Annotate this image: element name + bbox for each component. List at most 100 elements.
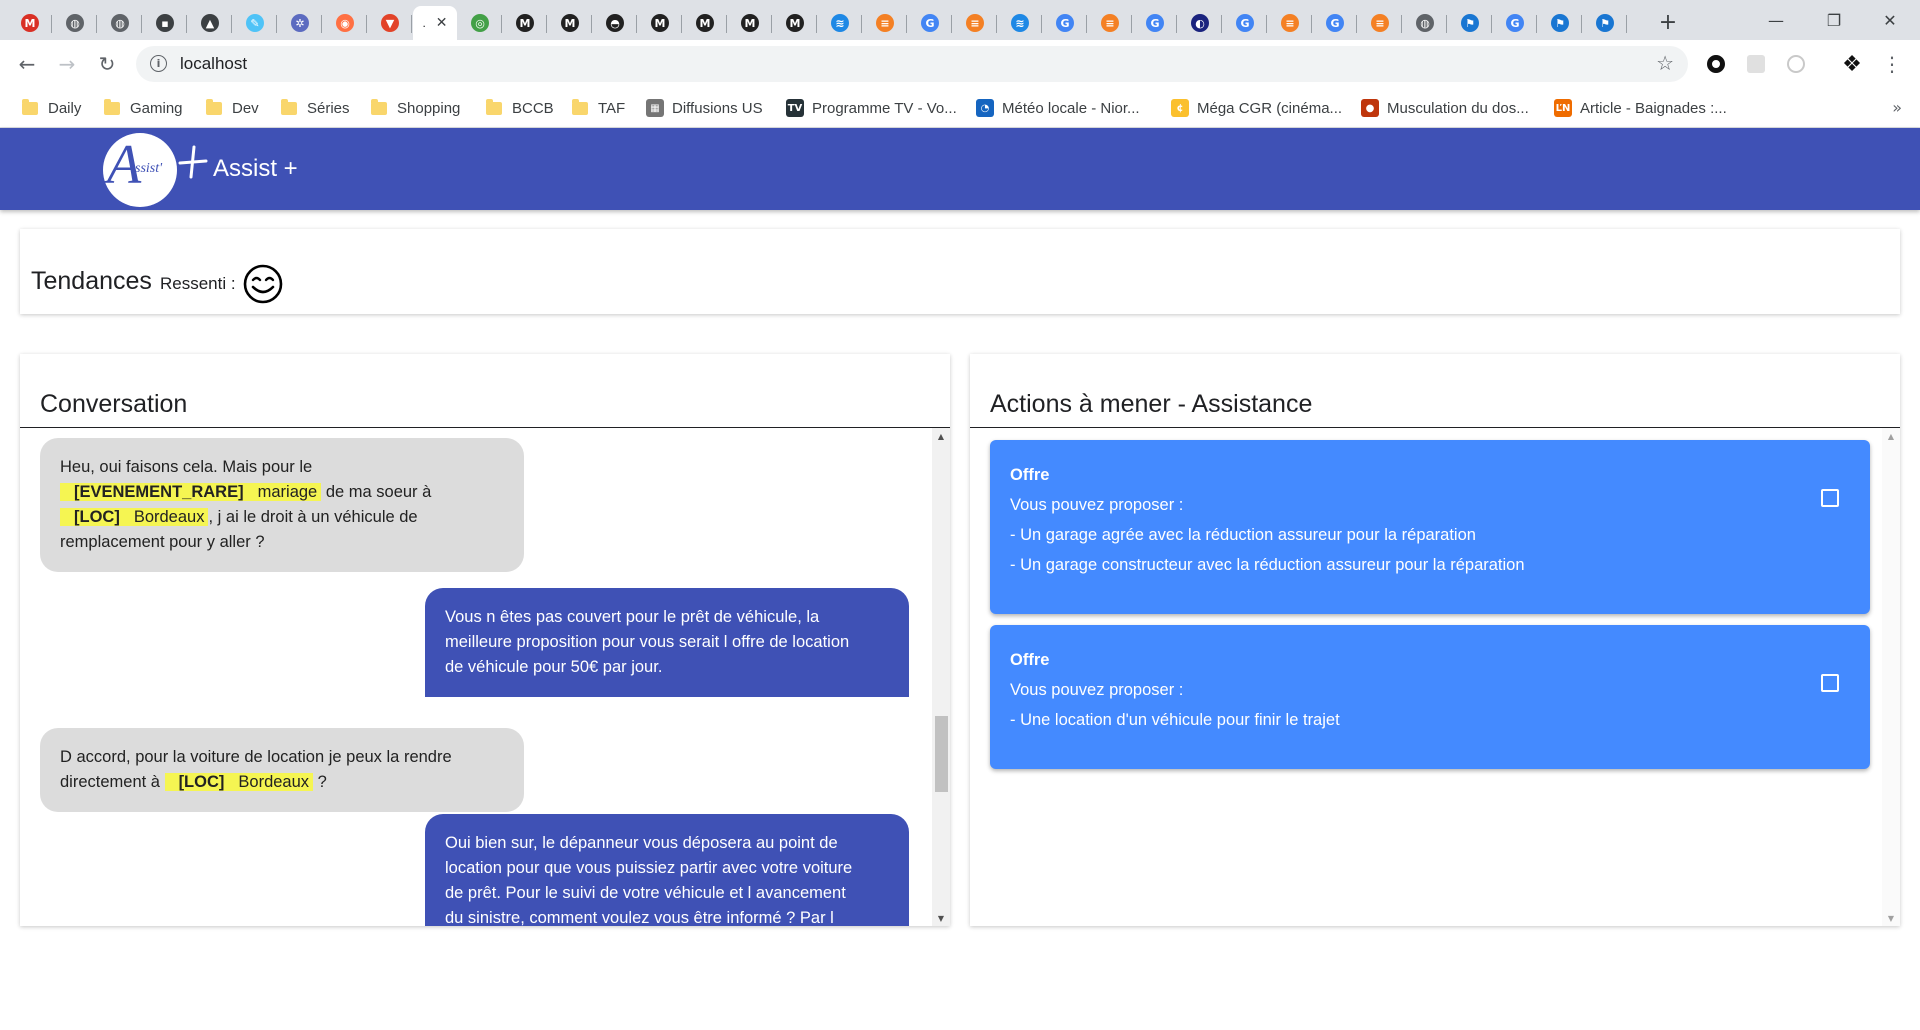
- browser-tab[interactable]: ≡: [953, 6, 997, 40]
- browser-tab[interactable]: ◉: [323, 6, 367, 40]
- extension-circle-icon[interactable]: [1704, 52, 1728, 76]
- browser-tab[interactable]: G: [908, 6, 952, 40]
- reload-icon[interactable]: ↻: [93, 50, 121, 78]
- browser-tab[interactable]: ⚑: [1448, 6, 1492, 40]
- browser-tab[interactable]: ◓: [593, 6, 637, 40]
- browser-tab[interactable]: ≋: [818, 6, 862, 40]
- bookmark-star-icon[interactable]: ☆: [1656, 51, 1674, 75]
- browser-tab[interactable]: M: [548, 6, 592, 40]
- browser-tab[interactable]: ◍: [53, 6, 97, 40]
- browser-tab[interactable]: ◎: [458, 6, 502, 40]
- site-favicon-icon: ◔: [976, 99, 994, 117]
- browser-tab[interactable]: G: [1043, 6, 1087, 40]
- menu-icon[interactable]: ⋮: [1880, 52, 1904, 76]
- entity-type: [LOC]: [178, 773, 225, 791]
- more-bookmarks-icon[interactable]: »: [1892, 98, 1902, 117]
- bookmark-item[interactable]: Shopping: [371, 88, 460, 128]
- tab-separator: [411, 15, 412, 33]
- browser-tab[interactable]: ◍: [1403, 6, 1447, 40]
- browser-tab[interactable]: ≡: [1268, 6, 1312, 40]
- app-logo[interactable]: A ssist': [103, 133, 177, 207]
- extension-ring-icon[interactable]: [1784, 52, 1808, 76]
- browser-tab[interactable]: ⚑: [1538, 6, 1582, 40]
- browser-tab[interactable]: ◍: [98, 6, 142, 40]
- bookmark-item[interactable]: TV Programme TV - Vo...: [786, 88, 957, 128]
- extension-arrows-icon[interactable]: ❖: [1840, 52, 1864, 77]
- extension-grey-icon[interactable]: [1744, 52, 1768, 76]
- browser-tab[interactable]: G: [1133, 6, 1177, 40]
- browser-tab[interactable]: M: [683, 6, 727, 40]
- bookmark-item[interactable]: ◔ Météo locale - Nior...: [976, 88, 1140, 128]
- folder-icon: [371, 98, 387, 115]
- browser-tab[interactable]: M: [503, 6, 547, 40]
- bookmark-item[interactable]: ¢ Méga CGR (cinéma...: [1171, 88, 1342, 128]
- site-info-icon[interactable]: i: [150, 55, 167, 72]
- bookmarks-bar: » Daily Gaming Dev Séries Shopping BCCB TAF ▦ Di…: [0, 88, 1920, 128]
- tab-separator: [546, 15, 547, 33]
- restore-icon[interactable]: ❐: [1810, 0, 1858, 40]
- scroll-thumb[interactable]: [935, 716, 948, 792]
- bookmark-item[interactable]: BCCB: [486, 88, 554, 128]
- conversation-scrollbar[interactable]: ▲ ▼: [932, 428, 950, 926]
- url-text[interactable]: localhost: [180, 54, 247, 74]
- site-favicon-icon: ĽN: [1554, 99, 1572, 117]
- tab-separator: [1401, 15, 1402, 33]
- browser-tab[interactable]: M: [728, 6, 772, 40]
- tool-icon: ✎: [246, 14, 264, 32]
- close-window-icon[interactable]: ✕: [1866, 0, 1914, 40]
- tab-active[interactable]: . ✕: [413, 6, 457, 40]
- browser-tab[interactable]: ⚑: [1583, 6, 1627, 40]
- browser-tab[interactable]: ▲: [188, 6, 232, 40]
- browser-tab[interactable]: ▼: [368, 6, 412, 40]
- bookmark-item[interactable]: Séries: [281, 88, 350, 128]
- browser-tab[interactable]: M: [773, 6, 817, 40]
- actions-scrollbar[interactable]: ▲ ▼: [1882, 428, 1900, 926]
- offer-checkbox[interactable]: [1821, 674, 1839, 692]
- browser-tab[interactable]: ◐: [1178, 6, 1222, 40]
- close-tab-icon[interactable]: ✕: [436, 15, 448, 31]
- globe-icon: ◍: [66, 14, 84, 32]
- message-list[interactable]: Heu, oui faisons cela. Mais pour le [EVEN…: [20, 428, 932, 926]
- scroll-up-icon[interactable]: ▲: [1882, 428, 1900, 444]
- tab-separator: [1446, 15, 1447, 33]
- browser-tab[interactable]: ≡: [863, 6, 907, 40]
- bookmark-item[interactable]: TAF: [572, 88, 625, 128]
- browser-tab[interactable]: ≡: [1088, 6, 1132, 40]
- offer-checkbox[interactable]: [1821, 489, 1839, 507]
- scroll-down-icon[interactable]: ▼: [932, 910, 950, 926]
- bookmark-item[interactable]: Daily: [22, 88, 81, 128]
- entity-type: [EVENEMENT_RARE]: [74, 483, 244, 501]
- bookmark-label: Méga CGR (cinéma...: [1197, 99, 1343, 117]
- bookmark-item[interactable]: Gaming: [104, 88, 183, 128]
- browser-tab[interactable]: ≋: [998, 6, 1042, 40]
- scroll-up-icon[interactable]: ▲: [932, 428, 950, 444]
- browser-tab[interactable]: M: [638, 6, 682, 40]
- bookmark-item[interactable]: ● Musculation du dos...: [1361, 88, 1529, 128]
- tab-separator: [1131, 15, 1132, 33]
- browser-tab[interactable]: G: [1493, 6, 1537, 40]
- browser-tab[interactable]: G: [1313, 6, 1357, 40]
- tab-separator: [906, 15, 907, 33]
- bookmark-item[interactable]: Dev: [206, 88, 259, 128]
- offer-intro: Vous pouvez proposer :: [1010, 496, 1184, 514]
- bookmark-item[interactable]: ▦ Diffusions US: [646, 88, 763, 128]
- tab-separator: [636, 15, 637, 33]
- conversation-title: Conversation: [40, 390, 188, 418]
- bookmark-label: Séries: [307, 99, 350, 117]
- back-icon[interactable]: ←: [13, 50, 41, 78]
- browser-tab[interactable]: G: [1223, 6, 1267, 40]
- scroll-down-icon[interactable]: ▼: [1882, 910, 1900, 926]
- tab-separator: [1491, 15, 1492, 33]
- browser-tab[interactable]: ✎: [233, 6, 277, 40]
- new-tab-button[interactable]: +: [1654, 8, 1682, 36]
- browser-toolbar: ← → ↻ i localhost ☆ ❖ ⋮: [0, 40, 1920, 88]
- browser-tab[interactable]: ≡: [1358, 6, 1402, 40]
- browser-tab[interactable]: ✲: [278, 6, 322, 40]
- browser-tab[interactable]: ▪: [143, 6, 187, 40]
- address-bar[interactable]: i localhost ☆: [136, 46, 1688, 82]
- forward-icon[interactable]: →: [53, 50, 81, 78]
- bookmark-item[interactable]: ĽN Article - Baignades :...: [1554, 88, 1727, 128]
- bookmark-label: Daily: [48, 99, 82, 117]
- browser-tab[interactable]: M: [8, 6, 52, 40]
- minimize-icon[interactable]: —: [1752, 0, 1800, 40]
